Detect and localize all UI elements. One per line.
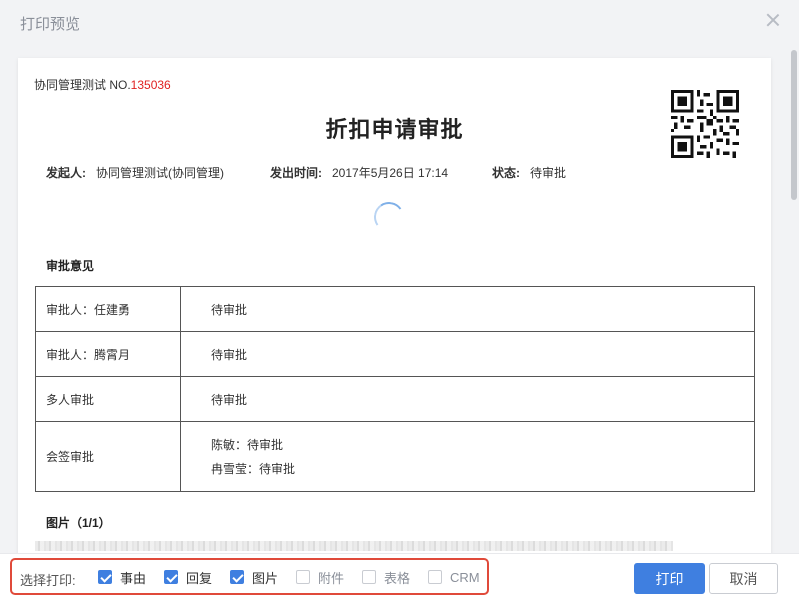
meta-initiator-label: 发起人: (46, 166, 86, 180)
table-row: 多人审批 待审批 (35, 376, 755, 422)
approval-section-title: 审批意见 (46, 259, 95, 273)
option-reason[interactable]: 事由 (98, 569, 147, 586)
checkbox-icon[interactable] (230, 570, 244, 584)
countersign-line: 陈敏：待审批 (211, 437, 284, 452)
approver-cell: 会签审批 (35, 421, 181, 492)
document-number: 协同管理测试 NO.135036 (34, 76, 171, 93)
preview-area[interactable]: 协同管理测试 NO.135036 折扣申请审批 发起人: 协同管理测试(协同管理)… (0, 46, 799, 553)
approver-cell: 审批人：任建勇 (35, 286, 181, 332)
print-page: 协同管理测试 NO.135036 折扣申请审批 发起人: 协同管理测试(协同管理)… (18, 58, 771, 553)
scrollbar-thumb[interactable] (791, 50, 797, 200)
checkbox-icon[interactable] (164, 570, 178, 584)
option-label: 回复 (186, 570, 213, 586)
print-button[interactable]: 打印 (634, 563, 705, 594)
option-form[interactable]: 表格 (362, 569, 411, 586)
approval-table: 审批人：任建勇 待审批 审批人：腾霄月 待审批 多人审批 待审批 会签审批 陈敏… (35, 286, 755, 492)
checkbox-icon[interactable] (362, 570, 376, 584)
meta-status: 状态: 待审批 (492, 164, 566, 181)
images-section-title: 图片（1/1） (46, 516, 111, 530)
checkbox-icon[interactable] (428, 570, 442, 584)
meta-initiator: 发起人: 协同管理测试(协同管理) (46, 164, 224, 181)
approver-cell: 多人审批 (35, 376, 181, 422)
option-label: CRM (450, 569, 480, 585)
qr-code-icon (671, 90, 739, 158)
approver-cell: 审批人：腾霄月 (35, 331, 181, 377)
table-row: 会签审批 陈敏：待审批 冉雪莹：待审批 (35, 421, 755, 492)
print-options-label: 选择打印: (20, 573, 76, 588)
meta-status-label: 状态: (492, 166, 520, 180)
option-crm[interactable]: CRM (428, 569, 480, 585)
checkbox-icon[interactable] (296, 570, 310, 584)
approval-status-cell: 待审批 (180, 376, 755, 422)
table-row: 审批人：腾霄月 待审批 (35, 331, 755, 377)
meta-sent-time-value: 2017年5月26日 17:14 (332, 166, 449, 180)
approval-status-cell: 待审批 (180, 286, 755, 332)
option-attachments[interactable]: 附件 (296, 569, 345, 586)
option-label: 事由 (120, 570, 147, 586)
dialog-title: 打印预览 (20, 16, 81, 33)
option-images[interactable]: 图片 (230, 569, 279, 586)
attached-image (35, 541, 673, 551)
meta-sent-time-label: 发出时间: (270, 166, 322, 180)
document-title: 折扣申请审批 (325, 117, 464, 142)
dialog-header: 打印预览 (0, 0, 799, 46)
preview-scrollbar[interactable] (789, 46, 799, 553)
option-label: 表格 (384, 570, 411, 586)
meta-sent-time: 发出时间: 2017年5月26日 17:14 (270, 164, 448, 181)
approval-status-cell: 待审批 (180, 331, 755, 377)
meta-initiator-value: 协同管理测试(协同管理) (96, 166, 224, 180)
checkbox-icon[interactable] (98, 570, 112, 584)
cancel-button[interactable]: 取消 (709, 563, 778, 594)
approval-status-cell: 陈敏：待审批 冉雪莹：待审批 (180, 421, 755, 492)
meta-status-value: 待审批 (530, 166, 567, 180)
table-row: 审批人：任建勇 待审批 (35, 286, 755, 332)
print-options-group: 选择打印: 事由 回复 图片 附件 表格 CRM (10, 558, 489, 595)
dialog-footer: 选择打印: 事由 回复 图片 附件 表格 CRM 打印 取消 (0, 553, 799, 600)
close-icon[interactable] (765, 12, 781, 28)
loading-spinner-icon (371, 199, 407, 235)
document-number-value: 135036 (130, 78, 171, 92)
option-label: 附件 (318, 570, 345, 586)
option-label: 图片 (252, 570, 279, 586)
countersign-line: 冉雪莹：待审批 (211, 461, 296, 476)
document-number-label: 协同管理测试 NO. (34, 78, 131, 92)
option-reply[interactable]: 回复 (164, 569, 213, 586)
